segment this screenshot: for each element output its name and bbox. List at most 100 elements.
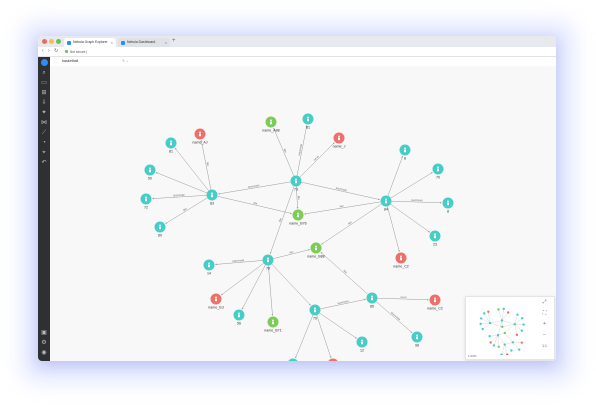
logo-icon[interactable] (40, 59, 48, 66)
graph-node[interactable]: 84 (380, 195, 392, 212)
person-icon (295, 178, 297, 181)
graph-node[interactable]: 81 (165, 137, 177, 154)
graph-node[interactable]: 79 (309, 304, 321, 321)
graph-edge[interactable] (387, 206, 400, 252)
help-icon[interactable]: ▣ (40, 329, 48, 337)
filter-icon[interactable]: ⌖ (40, 149, 48, 157)
graph-edge[interactable] (241, 264, 266, 310)
minimap-preview (479, 307, 525, 355)
minimize-window-dot[interactable] (49, 39, 54, 44)
graph-node[interactable]: 8 (399, 144, 411, 161)
graph-edge[interactable] (273, 127, 295, 177)
person-icon (211, 194, 213, 198)
graph-edge[interactable] (390, 172, 433, 199)
graph-node[interactable]: 80 (154, 221, 166, 238)
node-label: 70 (436, 176, 440, 180)
search-icon[interactable]: ⌕ (40, 69, 48, 77)
zoom-in-icon[interactable]: + (540, 321, 549, 328)
edit-icon[interactable]: ✎ ⌄ (122, 57, 129, 66)
edge-label: like (297, 196, 301, 201)
back-icon[interactable]: ‹ (42, 48, 44, 55)
algorithm-icon[interactable]: ⟋ (40, 129, 48, 137)
graph-node[interactable]: 8 (442, 197, 454, 214)
graph-node[interactable]: 81 (302, 113, 314, 130)
graph-node[interactable]: 14 (203, 259, 215, 276)
graph-edge[interactable] (321, 203, 382, 245)
minimap-node (518, 348, 521, 351)
fit-icon[interactable]: ⤢ (540, 299, 549, 306)
graph-node[interactable]: 98 (411, 331, 423, 348)
tag-icon[interactable]: ◔ (40, 139, 48, 147)
graph-edge[interactable] (295, 314, 314, 359)
graph-edge[interactable] (387, 155, 404, 196)
graph-edge[interactable] (269, 186, 295, 255)
url-field[interactable]: Not secure | (65, 49, 165, 55)
graph-edge[interactable] (155, 172, 207, 194)
tab-dashboard[interactable]: Nebula Dashboard × (118, 38, 170, 47)
graph-edge[interactable] (218, 181, 291, 195)
graph-node[interactable]: 56 (233, 309, 245, 326)
graph-node[interactable]: 78 (262, 254, 274, 271)
graph-node[interactable]: name_C2 (427, 294, 443, 311)
graph-node[interactable]: name_C2 (393, 252, 409, 269)
graph-edge[interactable] (301, 181, 380, 201)
close-window-dot[interactable] (42, 39, 47, 44)
forward-icon[interactable]: › (48, 48, 50, 55)
maximize-window-dot[interactable] (56, 39, 61, 44)
minimap-edge (489, 335, 499, 337)
graph-edge[interactable] (165, 197, 208, 224)
tab-explorer[interactable]: Nebula Graph Explorer × (64, 38, 116, 47)
graph-node[interactable]: 90 (288, 358, 299, 362)
console-icon[interactable]: ▭ (40, 79, 48, 87)
history-icon[interactable]: ↶ (40, 159, 48, 167)
graph-node[interactable]: 23 (429, 230, 441, 247)
graph-edge[interactable] (319, 312, 357, 339)
node-label: 23 (433, 243, 437, 247)
graph-edge[interactable] (220, 263, 264, 296)
minimap-node (515, 333, 519, 337)
person-icon (199, 133, 201, 137)
graph-node[interactable]: 72 (140, 193, 152, 210)
reset-icon[interactable]: 1:1 (540, 343, 549, 350)
graph-node[interactable]: name_AJ (192, 128, 208, 145)
settings-icon[interactable]: ⚙ (40, 339, 48, 347)
graph-edge[interactable] (390, 203, 430, 233)
graph-node[interactable]: name_Ed (208, 293, 224, 310)
import-icon[interactable]: ⇩ (40, 99, 48, 107)
schema-icon[interactable]: ⊞ (40, 89, 48, 97)
node-circle[interactable] (288, 358, 299, 362)
graph-node[interactable]: name_J (333, 132, 346, 149)
graph-node[interactable]: name_Ce (325, 358, 341, 362)
graph-edge[interactable] (268, 265, 274, 316)
close-tab-icon[interactable]: × (165, 38, 167, 47)
node-label: 56 (237, 322, 241, 326)
zoom-out-icon[interactable]: − (540, 332, 549, 339)
graph-node[interactable]: name_B76 (289, 209, 307, 226)
graph-edge[interactable] (299, 142, 335, 178)
graph-edge[interactable] (316, 315, 332, 359)
minimap[interactable]: ⤢ ⛶ + − 1:1 1.00% (465, 296, 555, 360)
graph-node[interactable]: 12 (356, 336, 368, 353)
fullscreen-icon[interactable]: ⛶ (540, 310, 549, 317)
graph-node[interactable]: 85 (366, 292, 378, 309)
graph-edge[interactable] (271, 263, 311, 306)
minimap-node (511, 341, 515, 344)
close-tab-icon[interactable]: × (111, 38, 113, 47)
graph-edge[interactable] (217, 196, 292, 215)
graph-node[interactable]: name_B88 (307, 242, 325, 259)
graph-node[interactable]: 70 (432, 163, 444, 180)
graph-edge[interactable] (375, 301, 413, 333)
graph-edge[interactable] (174, 147, 209, 191)
graph-node[interactable]: name_B71 (264, 316, 282, 333)
explore-icon[interactable]: ✦ (40, 109, 48, 117)
user-icon[interactable]: ◉ (40, 349, 48, 357)
node-circle[interactable] (328, 358, 339, 362)
reload-icon[interactable]: ↻ (54, 48, 58, 55)
graph-icon[interactable]: ⋈ (40, 119, 48, 127)
graph-node[interactable]: 50 (144, 164, 156, 181)
graph-node[interactable]: name_A88 (262, 116, 280, 133)
graph-node[interactable]: 73 (290, 175, 302, 192)
person-icon (437, 168, 439, 172)
new-tab-button[interactable]: + (172, 37, 176, 46)
graph-node[interactable]: 83 (206, 189, 218, 206)
